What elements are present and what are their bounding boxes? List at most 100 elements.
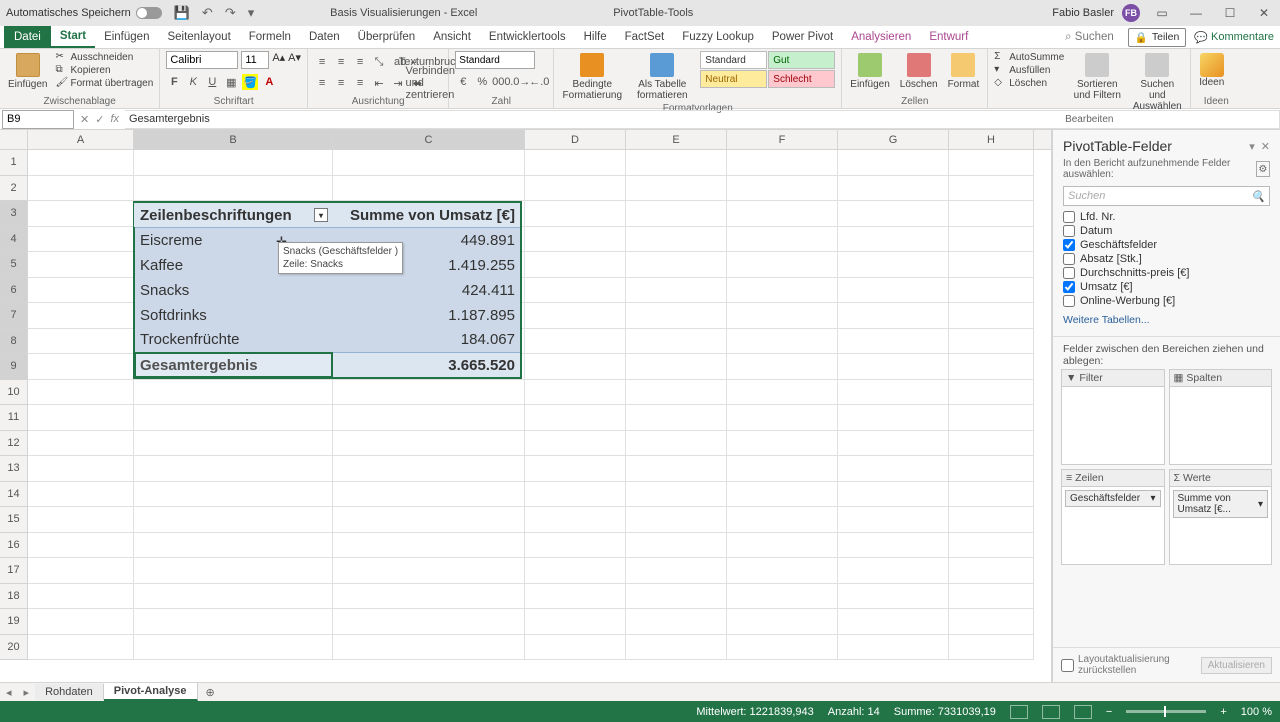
cell[interactable]	[727, 329, 838, 355]
cell[interactable]	[949, 201, 1034, 227]
cell[interactable]	[626, 482, 727, 508]
enter-fx-icon[interactable]: ✓	[95, 113, 104, 126]
cell[interactable]	[626, 380, 727, 406]
row-header-14[interactable]: 14	[0, 482, 28, 508]
cell[interactable]	[525, 635, 626, 661]
cell[interactable]	[134, 635, 333, 661]
new-sheet-button[interactable]: ⊕	[198, 686, 223, 699]
close-icon[interactable]: ✕	[1254, 6, 1274, 20]
col-header-F[interactable]: F	[727, 130, 838, 149]
field-checkbox[interactable]	[1063, 239, 1075, 251]
cell[interactable]	[626, 150, 727, 176]
field-item[interactable]: Umsatz [€]	[1063, 280, 1270, 294]
field-checkbox[interactable]	[1063, 267, 1075, 279]
row-header-17[interactable]: 17	[0, 558, 28, 584]
cell[interactable]	[333, 150, 525, 176]
row-header-6[interactable]: 6	[0, 278, 28, 304]
cell[interactable]	[727, 584, 838, 610]
cell[interactable]	[525, 303, 626, 329]
row-header-9[interactable]: 9	[0, 354, 28, 380]
delete-cells-button[interactable]: Löschen	[898, 51, 940, 92]
pivot-row-value[interactable]: 1.187.895	[331, 303, 521, 328]
ideas-button[interactable]: Ideen	[1197, 51, 1226, 90]
tab-file[interactable]: Datei	[4, 26, 51, 48]
cell[interactable]	[333, 380, 525, 406]
field-item[interactable]: Online-Werbung [€]	[1063, 294, 1270, 308]
row-header-19[interactable]: 19	[0, 609, 28, 635]
cell[interactable]	[333, 558, 525, 584]
cell[interactable]	[949, 303, 1034, 329]
row-header-4[interactable]: 4	[0, 227, 28, 253]
orientation-icon[interactable]: ⤡	[371, 54, 387, 70]
cell[interactable]	[28, 150, 134, 176]
row-header-15[interactable]: 15	[0, 507, 28, 533]
cell[interactable]	[949, 227, 1034, 253]
cell[interactable]	[28, 584, 134, 610]
pivot-row-header[interactable]: Zeilenbeschriftungen▾	[134, 203, 331, 228]
tell-me-search[interactable]: ⌕ Suchen	[1059, 31, 1120, 44]
cell[interactable]	[525, 201, 626, 227]
cell[interactable]	[333, 507, 525, 533]
cell[interactable]	[626, 635, 727, 661]
sort-filter-button[interactable]: Sortieren und Filtern	[1070, 51, 1124, 103]
field-checkbox[interactable]	[1063, 211, 1075, 223]
cell[interactable]	[949, 533, 1034, 559]
cell[interactable]	[333, 405, 525, 431]
more-tables-link[interactable]: Weitere Tabellen...	[1053, 310, 1280, 330]
cell[interactable]	[134, 482, 333, 508]
cell[interactable]	[727, 176, 838, 202]
shrink-font-icon[interactable]: A▾	[288, 51, 301, 69]
cell[interactable]	[838, 584, 949, 610]
defer-checkbox[interactable]	[1061, 659, 1074, 672]
formula-bar[interactable]: Gesamtergebnis	[125, 110, 1280, 129]
tab-start[interactable]: Start	[51, 26, 95, 48]
cell[interactable]	[949, 635, 1034, 661]
row-header-11[interactable]: 11	[0, 405, 28, 431]
toggle-icon[interactable]	[136, 7, 162, 19]
cell[interactable]	[333, 431, 525, 457]
cell[interactable]	[626, 405, 727, 431]
cell[interactable]	[134, 507, 333, 533]
cell[interactable]	[28, 227, 134, 253]
italic-button[interactable]: K	[185, 74, 201, 90]
cell[interactable]	[838, 201, 949, 227]
cell[interactable]	[949, 176, 1034, 202]
field-search-input[interactable]: Suchen 🔍	[1063, 186, 1270, 206]
row-header-18[interactable]: 18	[0, 584, 28, 610]
cell[interactable]	[838, 354, 949, 380]
align-bot-icon[interactable]: ≡	[352, 54, 368, 70]
row-header-2[interactable]: 2	[0, 176, 28, 202]
values-area[interactable]: ΣWerteSumme von Umsatz [€...▾	[1169, 469, 1273, 565]
conditional-formatting-button[interactable]: Bedingte Formatierung	[560, 51, 624, 103]
rows-area[interactable]: ≡ZeilenGeschäftsfelder▾	[1061, 469, 1165, 565]
rows-pill[interactable]: Geschäftsfelder▾	[1065, 490, 1161, 507]
cell[interactable]	[525, 252, 626, 278]
pivot-value-header[interactable]: Summe von Umsatz [€]	[331, 203, 521, 228]
cell[interactable]	[134, 584, 333, 610]
row-header-7[interactable]: 7	[0, 303, 28, 329]
cell[interactable]	[134, 609, 333, 635]
cell[interactable]	[626, 431, 727, 457]
field-checkbox[interactable]	[1063, 281, 1075, 293]
zoom-out-icon[interactable]: −	[1106, 706, 1112, 718]
cell[interactable]	[333, 635, 525, 661]
cell[interactable]	[525, 329, 626, 355]
cell[interactable]	[838, 227, 949, 253]
row-header-16[interactable]: 16	[0, 533, 28, 559]
cell[interactable]	[333, 584, 525, 610]
cell[interactable]	[838, 176, 949, 202]
style-schlecht[interactable]: Schlecht	[768, 70, 835, 88]
grow-font-icon[interactable]: A▴	[272, 51, 285, 69]
cell[interactable]	[949, 278, 1034, 304]
autosum-button[interactable]: ΣAutoSumme	[994, 51, 1064, 63]
cell[interactable]	[727, 609, 838, 635]
fieldpane-close-icon[interactable]: ✕	[1261, 140, 1270, 153]
tab-analyze[interactable]: Analysieren	[842, 26, 920, 48]
cell[interactable]	[28, 456, 134, 482]
pivot-row-label[interactable]: Softdrinks	[134, 303, 331, 328]
user-account[interactable]: Fabio Basler FB	[1052, 4, 1140, 22]
cell[interactable]	[949, 431, 1034, 457]
cell[interactable]	[949, 609, 1034, 635]
cell[interactable]	[525, 507, 626, 533]
cell[interactable]	[525, 558, 626, 584]
